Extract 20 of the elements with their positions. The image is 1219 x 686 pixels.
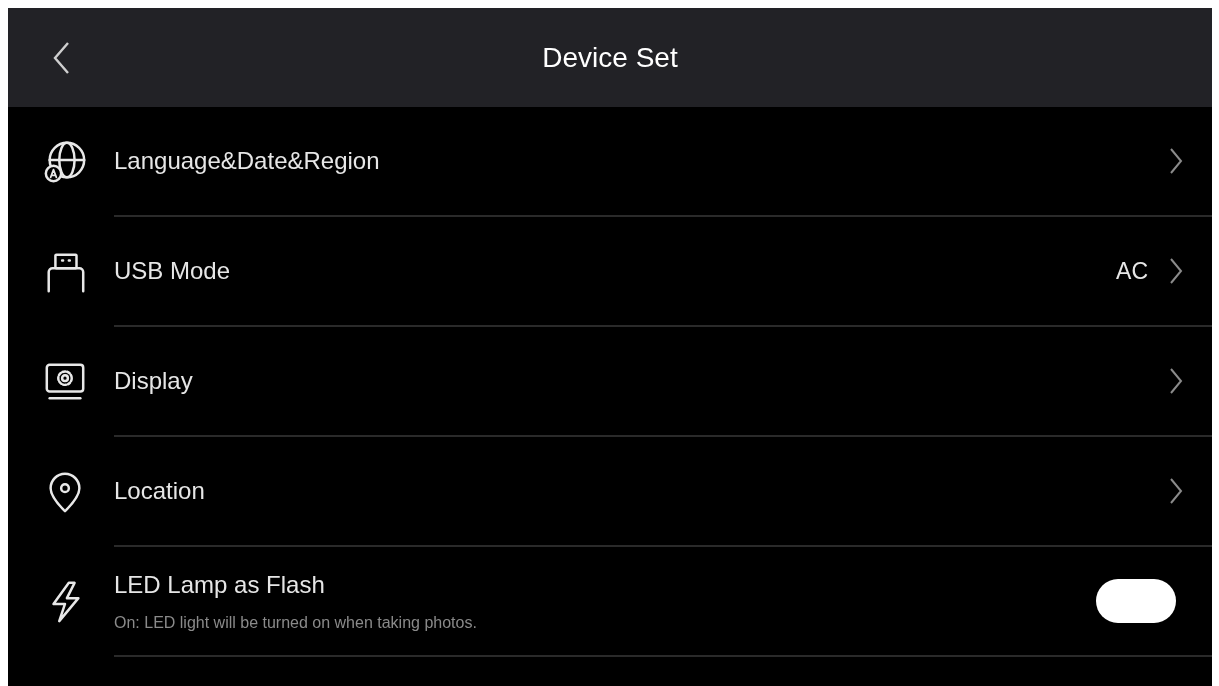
chevron-right-icon [1168, 367, 1184, 395]
row-label: Language&Date&Region [114, 146, 381, 176]
chevron-right-icon [1168, 147, 1184, 175]
chevron-right-icon [1168, 257, 1184, 285]
row-label: USB Mode [114, 256, 232, 286]
globe-language-icon [42, 139, 88, 185]
settings-row[interactable]: USB Mode AC [8, 217, 1212, 327]
row-label: LED Lamp as Flash [114, 570, 326, 600]
settings-row[interactable]: LED Lamp as Flash On: LED light will be turned on when taking photos. [8, 547, 1212, 657]
settings-row[interactable]: Language&Date&Region [8, 107, 1212, 217]
settings-row[interactable]: Location [8, 437, 1212, 547]
page-title: Device Set [542, 40, 678, 75]
row-value: AC [1116, 256, 1148, 286]
row-label: Location [114, 476, 206, 506]
toggle-switch[interactable] [1096, 579, 1176, 623]
settings-row[interactable]: Display [8, 327, 1212, 437]
back-icon [52, 40, 70, 75]
row-label: Display [114, 366, 194, 396]
row-description: On: LED light will be turned on when taking photos. [114, 613, 478, 633]
chevron-right-icon [1168, 477, 1184, 505]
